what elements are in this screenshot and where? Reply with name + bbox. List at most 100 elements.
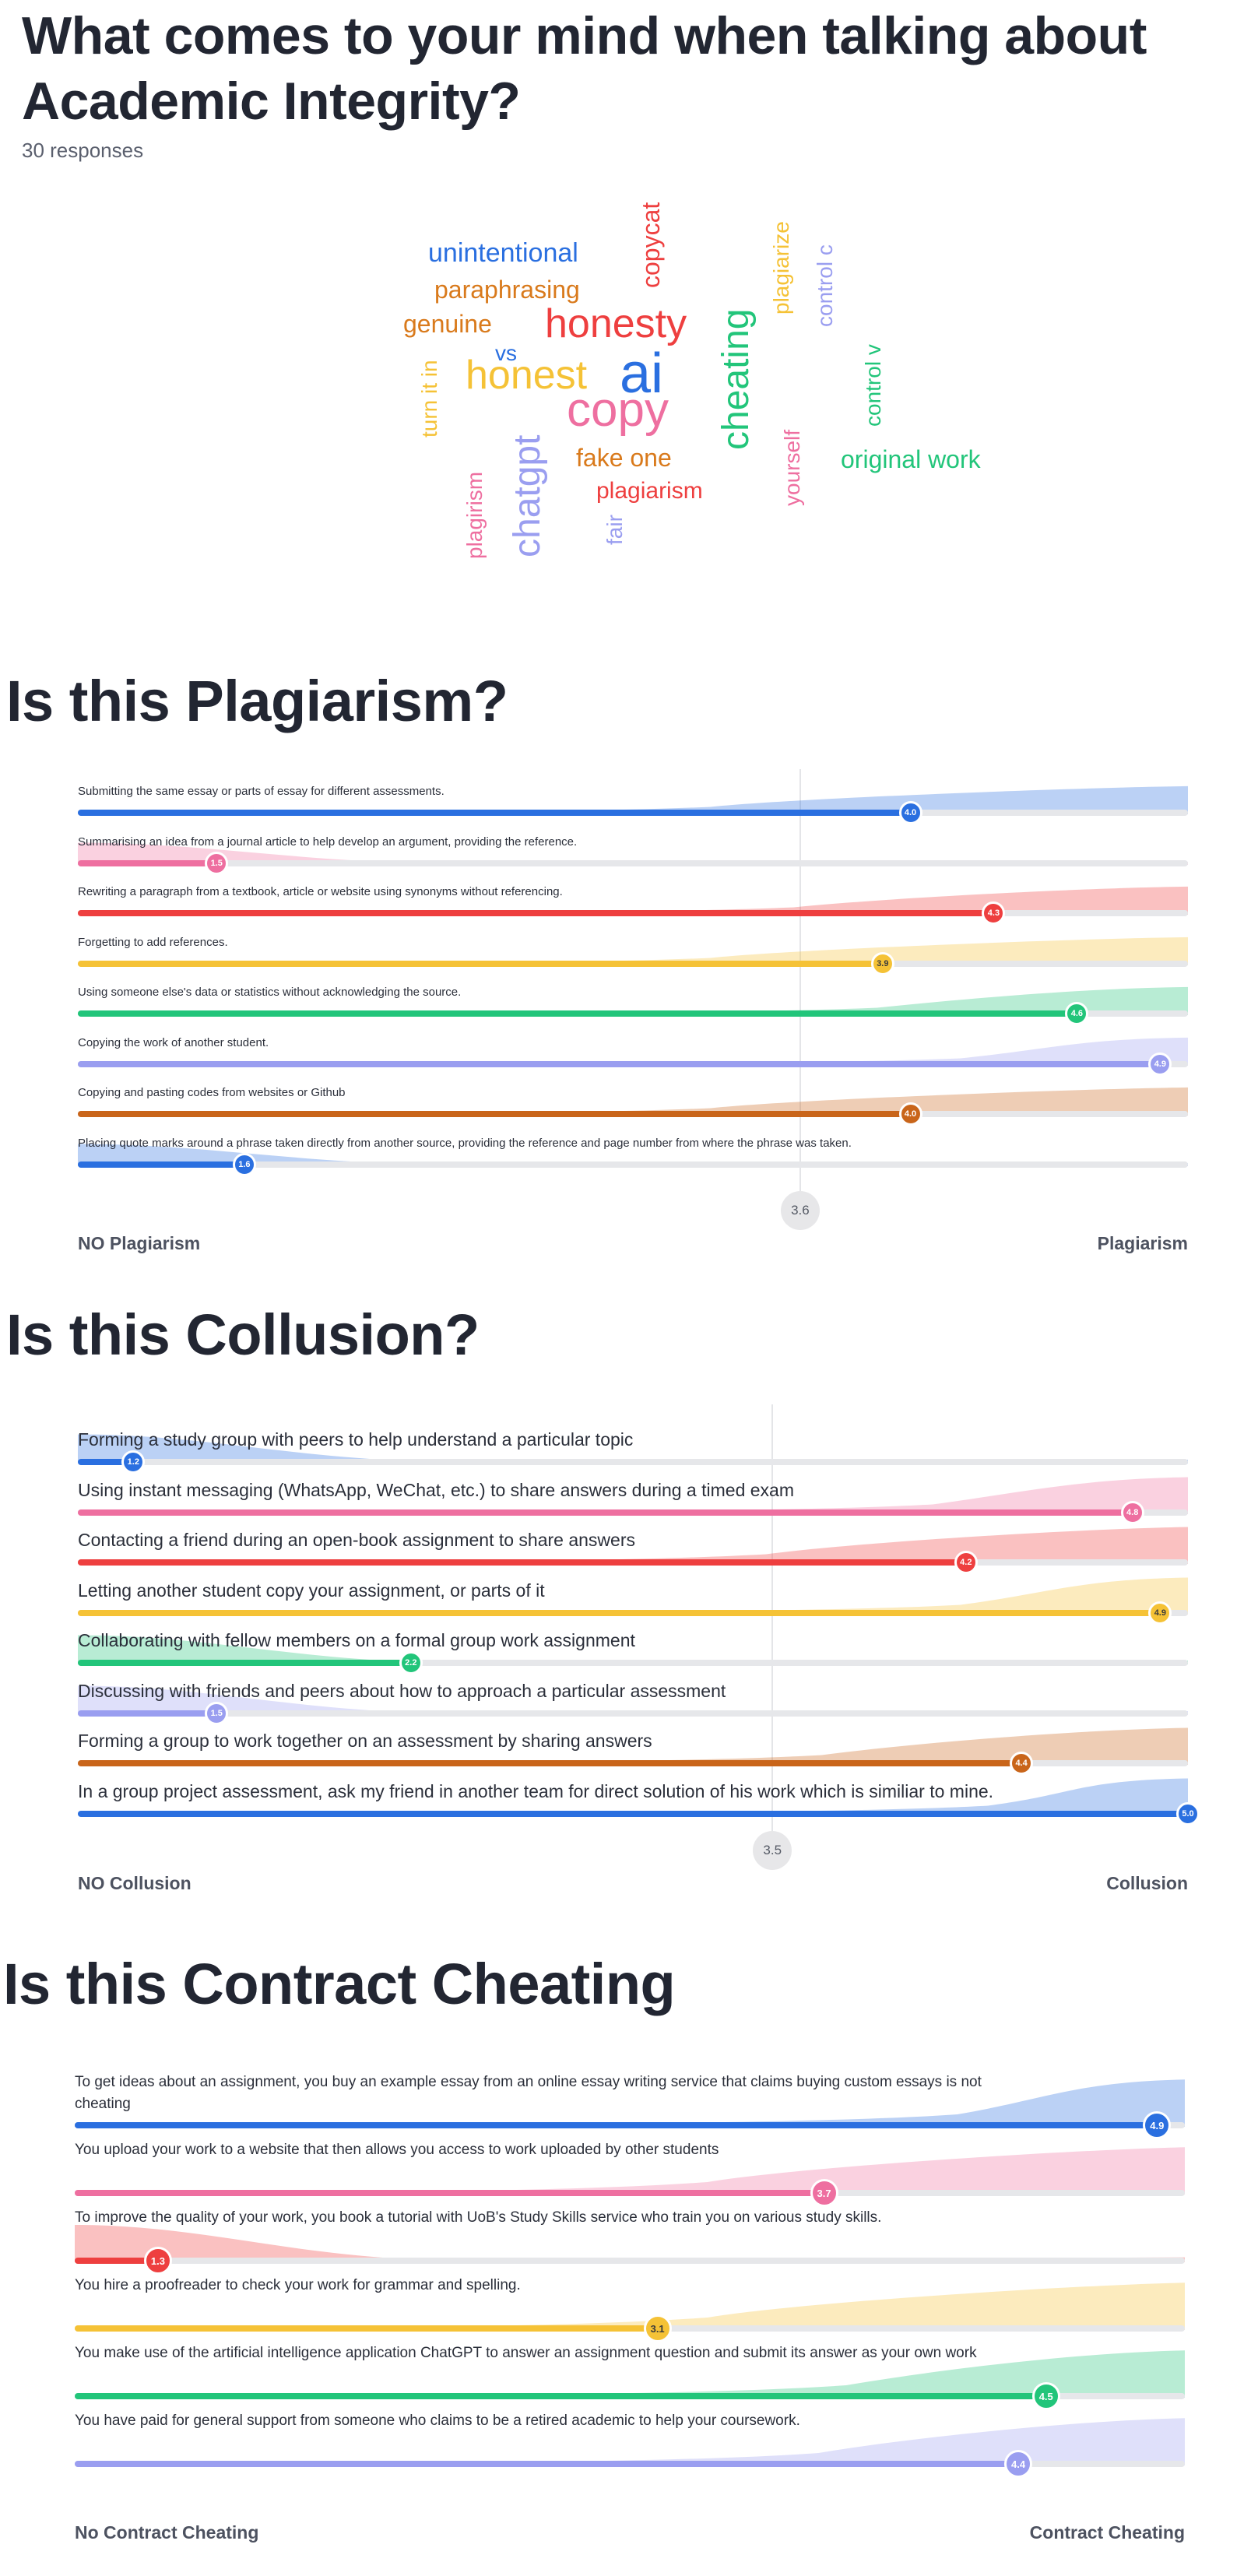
word-cloud-word: plagiarize bbox=[769, 221, 793, 315]
scale-fill bbox=[78, 810, 911, 816]
scale-left-label: NO Plagiarism bbox=[78, 1233, 201, 1253]
scale-left-label: No Contract Cheating bbox=[75, 2522, 259, 2543]
score-badge: 4.0 bbox=[898, 1102, 922, 1126]
scale-fill bbox=[75, 2190, 824, 2196]
statement-label-continued: cheating bbox=[75, 2096, 131, 2112]
score-badge: 4.3 bbox=[982, 901, 1006, 925]
average-line bbox=[771, 1404, 774, 1831]
statement-label: Copying the work of another student. bbox=[78, 1035, 269, 1049]
score-badge: 1.3 bbox=[143, 2247, 172, 2275]
score-badge: 4.2 bbox=[954, 1551, 978, 1574]
word-cloud-word: unintentional bbox=[428, 238, 578, 268]
word-cloud-word: plagiarism bbox=[596, 478, 703, 504]
scale-fill bbox=[78, 859, 217, 866]
average-value-badge: 3.5 bbox=[753, 1831, 792, 1870]
plagiarism-title: Is this Plagiarism? bbox=[6, 669, 508, 733]
word-cloud-word: yourself bbox=[780, 429, 804, 506]
word-cloud-word: fair bbox=[603, 515, 627, 545]
statement-label: Forming a study group with peers to help… bbox=[78, 1429, 634, 1450]
word-cloud-word: fake one bbox=[576, 444, 672, 472]
statement-label: In a group project assessment, ask my fr… bbox=[78, 1780, 994, 1801]
scale-right-label: Contract Cheating bbox=[1029, 2522, 1185, 2543]
score-badge: 5.0 bbox=[1176, 1801, 1200, 1826]
statement-label: Copying and pasting codes from websites … bbox=[78, 1086, 346, 1099]
statement-label: You upload your work to a website that t… bbox=[75, 2142, 719, 2158]
word-cloud-word: copy bbox=[567, 383, 669, 437]
statement-label: Forming a group to work together on an a… bbox=[78, 1731, 652, 1751]
statement-label: You hire a proofreader to check your wor… bbox=[75, 2277, 521, 2293]
word-cloud-word: genuine bbox=[403, 310, 492, 338]
score-badge: 4.9 bbox=[1143, 2111, 1172, 2139]
score-badge: 1.5 bbox=[205, 851, 229, 875]
statement-label: You make use of the artificial intellige… bbox=[75, 2345, 977, 2361]
statement-label: You have paid for general support from s… bbox=[75, 2413, 800, 2429]
statement-label: To get ideas about an assignment, you bu… bbox=[75, 2074, 982, 2090]
scale-fill bbox=[78, 1660, 411, 1666]
word-cloud-word: copycat bbox=[637, 202, 665, 288]
statement-label: To improve the quality of your work, you… bbox=[75, 2209, 882, 2226]
score-badge: 3.9 bbox=[870, 951, 894, 975]
score-badge: 1.6 bbox=[232, 1152, 256, 1176]
score-badge: 4.5 bbox=[1031, 2382, 1060, 2410]
statement-label: Forgetting to add references. bbox=[78, 935, 228, 949]
word-cloud-word: control c bbox=[813, 244, 837, 327]
score-badge: 1.5 bbox=[205, 1701, 229, 1725]
scale-track bbox=[78, 1459, 1188, 1465]
word-cloud-word: turn it in bbox=[417, 360, 441, 438]
scale-fill bbox=[75, 2325, 658, 2332]
word-cloud-word: honesty bbox=[545, 301, 687, 346]
scale-fill bbox=[78, 1710, 217, 1717]
contract-title: Is this Contract Cheating bbox=[3, 1952, 676, 2016]
scale-fill bbox=[78, 1010, 1077, 1017]
scale-fill bbox=[78, 1509, 1133, 1516]
score-badge: 4.4 bbox=[1010, 1752, 1034, 1775]
statement-label: Letting another student copy your assign… bbox=[78, 1580, 545, 1601]
score-badge: 4.9 bbox=[1148, 1601, 1172, 1625]
scale-right-label: Plagiarism bbox=[1097, 1233, 1188, 1253]
scale-fill bbox=[78, 910, 994, 916]
scale-track bbox=[78, 859, 1188, 866]
statement-label: Using someone else's data or statistics … bbox=[78, 986, 462, 999]
scale-fill bbox=[78, 1060, 1161, 1067]
scale-fill bbox=[78, 1111, 911, 1117]
statement-label: Contacting a friend during an open-book … bbox=[78, 1530, 635, 1550]
word-cloud-word: chatgpt bbox=[507, 434, 548, 557]
scale-fill bbox=[78, 1810, 1188, 1817]
scale-right-label: Collusion bbox=[1106, 1873, 1188, 1893]
scale-fill bbox=[75, 2461, 1019, 2467]
score-badge: 4.9 bbox=[1148, 1052, 1172, 1076]
statement-label: Collaborating with fellow members on a f… bbox=[78, 1630, 635, 1650]
average-line bbox=[799, 769, 801, 1191]
average-value-badge: 3.6 bbox=[780, 1191, 820, 1230]
score-badge: 4.6 bbox=[1065, 1002, 1089, 1025]
scale-fill bbox=[78, 1559, 966, 1566]
scale-track bbox=[78, 1710, 1188, 1717]
score-badge: 4.8 bbox=[1120, 1500, 1144, 1524]
scale-fill bbox=[78, 960, 883, 967]
scale-fill bbox=[78, 1760, 1022, 1766]
scale-left-label: NO Collusion bbox=[78, 1873, 192, 1893]
word-cloud-word: paraphrasing bbox=[434, 276, 580, 304]
collusion-title: Is this Collusion? bbox=[6, 1302, 480, 1367]
statement-label: Rewriting a paragraph from a textbook, a… bbox=[78, 885, 563, 898]
contract-cheating-scale-chart: To get ideas about an assignment, you bu… bbox=[0, 0, 1258, 2543]
statement-label: Using instant messaging (WhatsApp, WeCha… bbox=[78, 1479, 794, 1500]
statement-label: Submitting the same essay or parts of es… bbox=[78, 785, 445, 798]
scale-fill bbox=[75, 2393, 1046, 2399]
scale-fill bbox=[78, 1161, 244, 1168]
statement-label: Placing quote marks around a phrase take… bbox=[78, 1136, 852, 1150]
scale-track bbox=[75, 2258, 1185, 2264]
statement-label: Discussing with friends and peers about … bbox=[78, 1680, 726, 1701]
score-badge: 1.2 bbox=[121, 1450, 146, 1474]
score-badge: 4.0 bbox=[898, 801, 922, 824]
word-cloud-word: plagirism bbox=[462, 471, 487, 559]
score-badge: 2.2 bbox=[399, 1651, 423, 1675]
word-cloud-word: original work bbox=[841, 445, 981, 473]
score-badge: 3.1 bbox=[643, 2314, 672, 2342]
word-cloud-word: control v bbox=[861, 344, 885, 427]
statement-label: Summarising an idea from a journal artic… bbox=[78, 835, 578, 849]
score-badge: 3.7 bbox=[810, 2179, 838, 2207]
score-badge: 4.4 bbox=[1004, 2450, 1033, 2478]
scale-fill bbox=[75, 2122, 1158, 2128]
word-cloud: unintentional paraphrasing genuine honesty v… bbox=[0, 0, 1258, 592]
